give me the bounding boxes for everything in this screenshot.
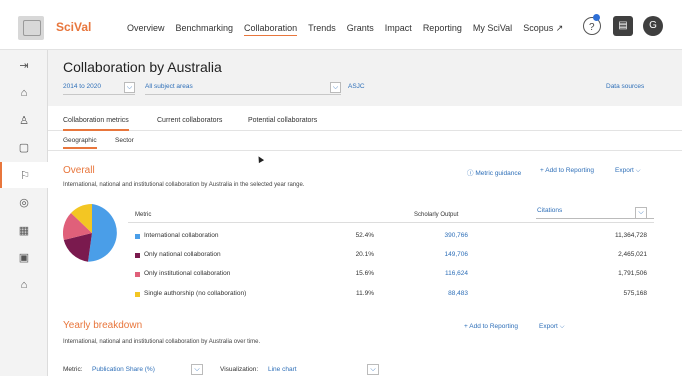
metric-guidance-label: Metric guidance: [475, 170, 522, 177]
row-citations: 1,791,506: [618, 270, 647, 277]
row-output-link[interactable]: 149,706: [418, 251, 469, 258]
visualization-select[interactable]: Line chart: [268, 366, 297, 373]
add-to-reporting-button[interactable]: + Add to Reporting: [464, 323, 518, 330]
calendar-icon[interactable]: ▣: [0, 244, 48, 270]
chevron-down-icon[interactable]: ⌵: [124, 82, 135, 93]
tab-geographic[interactable]: Geographic: [63, 137, 97, 149]
data-sources-link[interactable]: Data sources: [606, 83, 644, 90]
elsevier-logo[interactable]: [18, 16, 44, 40]
expand-icon[interactable]: ⇥: [0, 52, 48, 78]
row-share: 11.9%: [356, 290, 374, 297]
person-icon[interactable]: ♙: [0, 107, 48, 133]
col-header-scholarly-output: Scholarly Output: [414, 212, 459, 218]
nav-overview[interactable]: Overview: [127, 23, 165, 36]
main-nav: Overview Benchmarking Collaboration Tren…: [127, 23, 563, 36]
user-avatar[interactable]: G: [643, 16, 663, 36]
notification-badge: [593, 14, 600, 21]
year-range-select[interactable]: 2014 to 2020: [63, 83, 101, 90]
row-output-link[interactable]: 390,766: [418, 232, 469, 239]
tab-potential-collaborators[interactable]: Potential collaborators: [248, 117, 317, 124]
legend-swatch-single: [135, 292, 140, 297]
institution-icon[interactable]: ⌂: [0, 80, 48, 106]
nav-my-scival[interactable]: My SciVal: [473, 23, 512, 36]
metric-select[interactable]: Publication Share (%): [92, 366, 155, 373]
visualization-label: Visualization:: [220, 366, 259, 373]
asjc-label[interactable]: ASJC: [348, 83, 365, 90]
chevron-down-icon[interactable]: ⌵: [191, 364, 203, 375]
export-button[interactable]: Export ⌵: [539, 323, 565, 331]
row-output-link[interactable]: 88,483: [418, 290, 468, 297]
collaboration-pie-chart: [63, 204, 117, 262]
row-share: 15.6%: [355, 270, 374, 277]
row-citations: 11,364,728: [614, 232, 647, 239]
citations-select-label: Citations: [537, 207, 563, 214]
row-citations: 2,465,021: [618, 251, 647, 258]
col-header-metric: Metric: [135, 212, 152, 218]
table-divider: [128, 222, 654, 223]
subject-underline: [145, 94, 341, 95]
page-title: Collaboration by Australia: [63, 59, 222, 75]
brand-name[interactable]: SciVal: [56, 20, 91, 34]
nav-scopus[interactable]: Scopus ↗: [523, 23, 563, 36]
row-share: 52.4%: [355, 232, 374, 239]
yearly-breakdown-description: International, national and institutiona…: [63, 339, 261, 345]
grid-icon[interactable]: ▦: [0, 217, 48, 243]
chevron-down-icon[interactable]: ⌵: [367, 364, 379, 375]
row-label: Single authorship (no collaboration): [144, 290, 247, 297]
tab-collaboration-metrics[interactable]: Collaboration metrics: [63, 117, 129, 131]
folder-icon[interactable]: ▢: [0, 134, 48, 160]
svg-text:?: ?: [589, 22, 595, 33]
flag-icon[interactable]: ⚐: [0, 162, 48, 188]
nav-benchmarking[interactable]: Benchmarking: [176, 23, 234, 36]
nav-grants[interactable]: Grants: [347, 23, 374, 36]
chevron-down-icon[interactable]: ⌵: [330, 82, 341, 93]
tab-current-collaborators[interactable]: Current collaborators: [157, 117, 222, 124]
overall-description: International, national and institutiona…: [63, 182, 305, 188]
row-label: Only institutional collaboration: [144, 270, 231, 277]
legend-swatch-national: [135, 253, 140, 258]
row-output-link[interactable]: 116,624: [418, 270, 468, 277]
pie-slice-international: [88, 204, 117, 262]
overall-title: Overall: [63, 165, 95, 176]
subject-select[interactable]: All subject areas: [145, 83, 193, 90]
compass-icon[interactable]: ◎: [0, 189, 48, 215]
nav-trends[interactable]: Trends: [308, 23, 336, 36]
metric-tabs: [48, 106, 682, 131]
nav-impact[interactable]: Impact: [385, 23, 412, 36]
legend-swatch-international: [135, 234, 140, 239]
yearly-breakdown-title: Yearly breakdown: [63, 320, 143, 331]
building-icon[interactable]: ▤: [613, 16, 633, 36]
legend-swatch-institutional: [135, 272, 140, 277]
row-share: 20.1%: [355, 251, 374, 258]
tab-sector[interactable]: Sector: [115, 137, 134, 144]
nav-collaboration[interactable]: Collaboration: [244, 23, 298, 36]
sub-tabs: [48, 131, 682, 151]
metric-guidance-link[interactable]: ⓘ Metric guidance: [467, 167, 521, 177]
row-citations: 575,168: [623, 290, 648, 297]
nav-reporting[interactable]: Reporting: [423, 23, 462, 36]
export-button[interactable]: Export ⌵: [615, 167, 641, 175]
year-range-underline: [63, 94, 135, 95]
metric-label: Metric:: [63, 366, 83, 373]
home-icon[interactable]: ⌂: [0, 272, 48, 298]
row-label: Only national collaboration: [144, 251, 221, 258]
add-to-reporting-button[interactable]: + Add to Reporting: [540, 167, 594, 174]
chevron-down-icon[interactable]: ⌵: [635, 207, 647, 219]
row-label: International collaboration: [144, 232, 219, 239]
